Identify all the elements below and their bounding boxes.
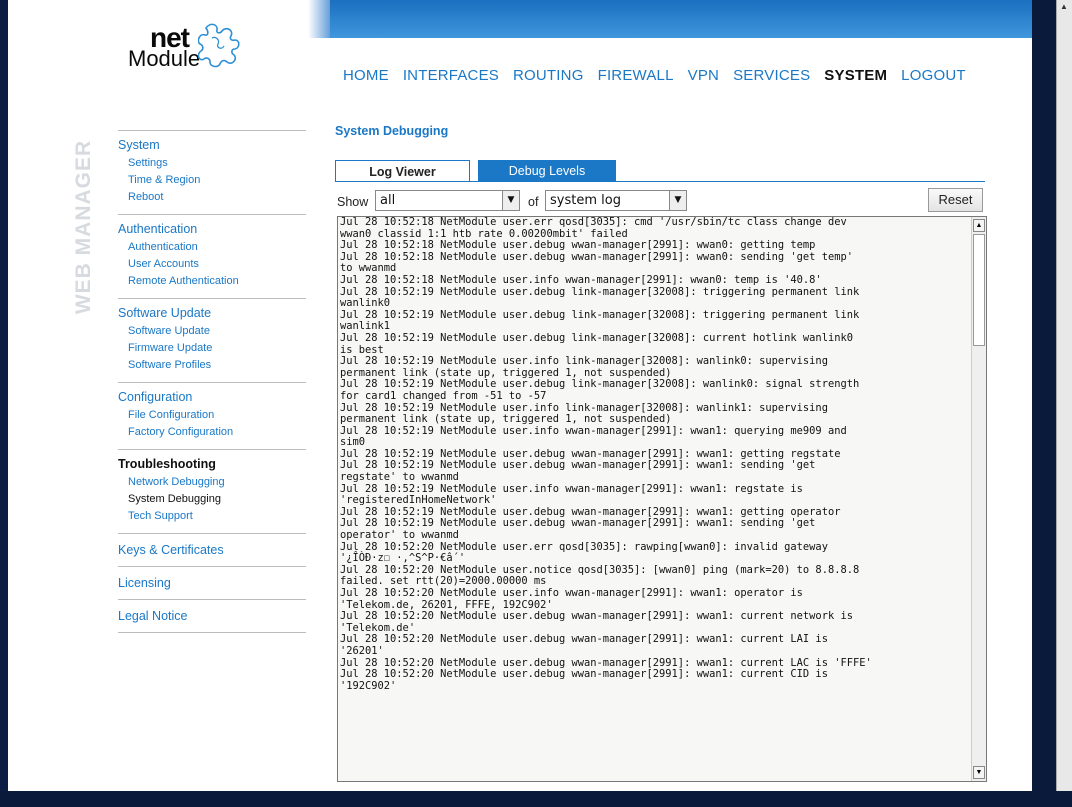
sidebar-group-legal: Legal Notice xyxy=(118,599,306,632)
nav-routing[interactable]: ROUTING xyxy=(513,67,584,84)
scroll-up-icon[interactable]: ▲ xyxy=(973,219,985,232)
show-select[interactable]: all ▼ xyxy=(375,190,520,211)
browser-frame: net Module HOME INTERFACES ROUTING FIREW… xyxy=(0,0,1072,807)
log-line: Jul 28 10:52:18 NetModule user.debug wwa… xyxy=(340,250,853,263)
log-line: Jul 28 10:52:19 NetModule user.info link… xyxy=(340,355,828,368)
log-line: Jul 28 10:52:20 NetModule user.debug wwa… xyxy=(340,633,828,646)
sidebar-head-legal-notice[interactable]: Legal Notice xyxy=(118,609,306,623)
sidebar-item-firmware-update[interactable]: Firmware Update xyxy=(118,340,306,357)
sidebar-group-troubleshooting: Troubleshooting Network Debugging System… xyxy=(118,449,306,533)
window-right-border xyxy=(1032,0,1056,807)
window-left-border xyxy=(0,0,8,807)
window-scrollbar[interactable]: ▲ ▼ xyxy=(1056,0,1072,807)
log-line: '26201' xyxy=(340,644,384,657)
log-scrollbar[interactable]: ▲ ▼ xyxy=(971,217,986,781)
show-label: Show xyxy=(337,195,369,209)
log-line: Jul 28 10:52:19 NetModule user.debug lin… xyxy=(340,331,853,344)
sidebar-head-authentication[interactable]: Authentication xyxy=(118,222,306,236)
nav-services[interactable]: SERVICES xyxy=(733,67,810,84)
sidebar-head-troubleshooting[interactable]: Troubleshooting xyxy=(118,457,306,471)
tab-underline xyxy=(335,181,985,182)
nav-interfaces[interactable]: INTERFACES xyxy=(403,67,499,84)
log-controls: Show all ▼ of system log ▼ Reset xyxy=(335,188,987,214)
log-line: Jul 28 10:52:20 NetModule user.info wwan… xyxy=(340,587,803,599)
web-manager-text: WEB MANAGER xyxy=(72,139,95,315)
log-line: regstate' to wwanmd xyxy=(340,471,459,484)
sidebar-item-tech-support[interactable]: Tech Support xyxy=(118,508,306,525)
sidebar-item-remote-authentication[interactable]: Remote Authentication xyxy=(118,273,306,290)
sidebar-item-software-update[interactable]: Software Update xyxy=(118,323,306,340)
nav-system[interactable]: SYSTEM xyxy=(824,67,887,84)
sidebar-group-authentication: Authentication Authentication User Accou… xyxy=(118,214,306,298)
sidebar-item-network-debugging[interactable]: Network Debugging xyxy=(118,474,306,491)
nav-vpn[interactable]: VPN xyxy=(688,67,719,84)
tab-log-viewer[interactable]: Log Viewer xyxy=(335,160,470,182)
log-line: Jul 28 10:52:19 NetModule user.debug lin… xyxy=(340,285,860,298)
logo-module-text: Module xyxy=(128,46,201,71)
show-select-value: all xyxy=(380,193,396,208)
log-source-value: system log xyxy=(550,193,621,208)
page-title: System Debugging xyxy=(335,124,449,138)
sidebar-group-software-update: Software Update Software Update Firmware… xyxy=(118,298,306,382)
log-line: Jul 28 10:52:18 NetModule user.info wwan… xyxy=(340,273,822,286)
tab-debug-levels[interactable]: Debug Levels xyxy=(478,160,616,182)
web-manager-vertical-label: WEB MANAGER xyxy=(64,120,104,340)
tab-bar: Log Viewer Debug Levels xyxy=(335,160,985,182)
sidebar: System Settings Time & Region Reboot Aut… xyxy=(118,130,306,633)
sidebar-item-factory-configuration[interactable]: Factory Configuration xyxy=(118,424,306,441)
log-text: Jul 28 10:52:18 NetModule user.err qosd[… xyxy=(340,217,970,692)
nav-firewall[interactable]: FIREWALL xyxy=(598,67,674,84)
log-line: Jul 28 10:52:20 NetModule user.debug wwa… xyxy=(340,610,853,623)
nav-home[interactable]: HOME xyxy=(343,67,389,84)
main-content: System Debugging Log Viewer Debug Levels… xyxy=(335,120,995,782)
log-line: operator' to wwanmd xyxy=(340,529,459,542)
sidebar-item-authentication[interactable]: Authentication xyxy=(118,239,306,256)
sidebar-group-system: System Settings Time & Region Reboot xyxy=(118,130,306,214)
of-label: of xyxy=(528,195,539,209)
log-textarea[interactable]: Jul 28 10:52:18 NetModule user.err qosd[… xyxy=(337,216,987,782)
sidebar-divider xyxy=(118,632,306,633)
main-navigation: HOME INTERFACES ROUTING FIREWALL VPN SER… xyxy=(343,67,980,84)
log-line: Jul 28 10:52:20 NetModule user.debug wwa… xyxy=(340,668,828,681)
sidebar-head-software-update[interactable]: Software Update xyxy=(118,306,306,320)
puzzle-icon xyxy=(198,23,240,68)
log-line: for card1 changed from -51 to -57 xyxy=(340,389,547,402)
log-source-select[interactable]: system log ▼ xyxy=(545,190,687,211)
sidebar-group-configuration: Configuration File Configuration Factory… xyxy=(118,382,306,449)
sidebar-head-system[interactable]: System xyxy=(118,138,306,152)
chevron-down-icon: ▼ xyxy=(502,191,519,210)
log-line: Jul 28 10:52:19 NetModule user.debug lin… xyxy=(340,308,860,321)
netmodule-logo[interactable]: net Module xyxy=(118,22,248,82)
nav-logout[interactable]: LOGOUT xyxy=(901,67,966,84)
chevron-down-icon: ▼ xyxy=(669,191,686,210)
log-line: '192C902' xyxy=(340,679,397,692)
log-line: Jul 28 10:52:18 NetModule user.err qosd[… xyxy=(340,216,847,228)
log-line: wanlink0 xyxy=(340,297,391,310)
log-line: permanent link (state up, triggered 1, n… xyxy=(340,413,672,426)
scroll-down-icon[interactable]: ▼ xyxy=(973,766,985,779)
window-scroll-up-icon[interactable]: ▲ xyxy=(1060,2,1068,11)
log-line: Jul 28 10:52:19 NetModule user.info wwan… xyxy=(340,424,847,437)
sidebar-item-file-configuration[interactable]: File Configuration xyxy=(118,407,306,424)
reset-button[interactable]: Reset xyxy=(928,188,983,212)
sidebar-item-software-profiles[interactable]: Software Profiles xyxy=(118,357,306,374)
window-bottom-border xyxy=(0,791,1072,807)
sidebar-head-licensing[interactable]: Licensing xyxy=(118,576,306,590)
sidebar-item-time-region[interactable]: Time & Region xyxy=(118,172,306,189)
sidebar-item-settings[interactable]: Settings xyxy=(118,155,306,172)
sidebar-head-configuration[interactable]: Configuration xyxy=(118,390,306,404)
sidebar-group-keys: Keys & Certificates xyxy=(118,533,306,566)
web-page: net Module HOME INTERFACES ROUTING FIREW… xyxy=(8,0,1032,791)
header-blue-strip xyxy=(330,0,1032,38)
sidebar-head-keys-certificates[interactable]: Keys & Certificates xyxy=(118,543,306,557)
sidebar-item-reboot[interactable]: Reboot xyxy=(118,189,306,206)
sidebar-item-system-debugging[interactable]: System Debugging xyxy=(118,491,306,508)
scroll-thumb[interactable] xyxy=(973,234,985,346)
sidebar-group-licensing: Licensing xyxy=(118,566,306,599)
sidebar-item-user-accounts[interactable]: User Accounts xyxy=(118,256,306,273)
